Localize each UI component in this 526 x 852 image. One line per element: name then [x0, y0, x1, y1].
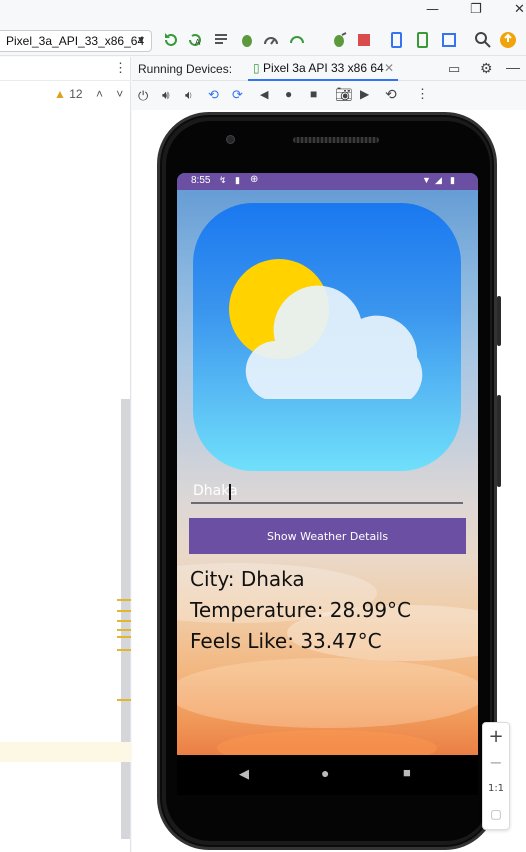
warning-marker[interactable] — [117, 699, 131, 701]
sdk-manager-icon[interactable] — [440, 31, 458, 49]
svg-text:A: A — [195, 38, 201, 47]
warning-marker[interactable] — [117, 610, 131, 612]
apply-code-changes-icon[interactable]: A — [186, 31, 204, 49]
device-selector-label: Pixel_3a_API_33_x86_64 — [6, 34, 145, 48]
volume-rocker[interactable] — [497, 395, 501, 487]
debug-bug-icon[interactable] — [238, 31, 256, 49]
editor-panel: ⋮ ▲ 12 ˄ ˅ — [0, 57, 131, 852]
zoom-out-button[interactable]: − — [483, 753, 509, 772]
record-screen-icon[interactable]: ▶ — [360, 87, 369, 101]
volume-down-icon[interactable]: 🔉︎ — [185, 88, 193, 103]
volume-up-icon[interactable]: 🔊︎ — [162, 88, 170, 103]
rotate-left-icon[interactable]: ⟲ — [208, 87, 219, 103]
close-tab-icon[interactable]: ✕ — [384, 57, 394, 80]
warning-marker[interactable] — [117, 649, 131, 651]
chevron-down-icon[interactable]: ˅ — [116, 87, 123, 101]
warning-indicator[interactable]: ▲ 12 ˄ ˅ — [54, 87, 123, 101]
sun-cloud-icon — [229, 259, 423, 399]
overview-icon[interactable]: ■ — [310, 87, 317, 101]
power-button[interactable] — [497, 296, 501, 346]
editor-header: ⋮ — [0, 57, 131, 81]
zoom-fit-icon[interactable]: ▢ — [483, 807, 509, 821]
running-devices-title: Running Devices: — [138, 62, 233, 76]
run-configuration-icon[interactable] — [288, 31, 306, 49]
update-notification-icon[interactable] — [499, 31, 517, 49]
more-options-icon[interactable]: ⋮ — [114, 60, 127, 76]
phone-icon: ▯ — [253, 61, 260, 75]
running-devices-header: Running Devices: ▯ Pixel 3a API 33 x86 6… — [132, 57, 526, 81]
feels-like-text: Feels Like: 33.47°C — [190, 629, 382, 653]
tab-label: Pixel 3a API 33 x86 64 — [262, 61, 384, 75]
power-icon[interactable]: ⏻ — [138, 88, 148, 104]
main-toolbar: Pixel_3a_API_33_x86_64 ▼ A ▼ — [0, 26, 526, 69]
editor-scrollbar[interactable] — [121, 399, 130, 839]
more-options-icon[interactable]: ⋮ — [416, 86, 429, 102]
device-selector[interactable]: Pixel_3a_API_33_x86_64 ▼ — [0, 30, 152, 52]
app-screen: 8:55 ↯ ▮ ⊕ ▼ ◢ ▮ Show Weather Details Ci… — [177, 173, 478, 755]
warning-marker[interactable] — [117, 599, 131, 601]
weather-app-icon — [193, 203, 461, 471]
warning-icon: ▲ — [54, 87, 66, 101]
chevron-up-icon[interactable]: ˄ — [96, 87, 103, 101]
search-icon[interactable] — [474, 31, 492, 49]
emulator-toolbar: ⏻ 🔊︎ 🔉︎ ⟲ ⟳ ◀ ● ■ 📷︎ ▶ ⟲ ⋮ — [132, 82, 526, 110]
nav-home-icon[interactable]: ● — [321, 765, 329, 781]
apply-changes-restart-icon[interactable] — [162, 31, 180, 49]
warning-count: 12 — [69, 87, 83, 101]
warning-marker[interactable] — [117, 629, 131, 631]
show-weather-button[interactable]: Show Weather Details — [189, 518, 466, 554]
tab-pixel-3a[interactable]: ▯ Pixel 3a API 33 x86 64 ✕ — [248, 57, 398, 81]
zoom-actual-size-button[interactable]: 1:1 — [483, 783, 509, 794]
device-manager-icon[interactable] — [388, 31, 406, 49]
stop-icon[interactable] — [355, 31, 373, 49]
profile-icon[interactable] — [262, 31, 280, 49]
front-camera — [226, 135, 235, 144]
home-icon[interactable]: ● — [285, 87, 292, 101]
gear-icon[interactable]: ⚙ — [480, 60, 493, 77]
attach-debugger-icon[interactable] — [330, 31, 348, 49]
warning-marker[interactable] — [117, 636, 131, 638]
logcat-icon[interactable] — [212, 31, 230, 49]
zoom-in-button[interactable]: + — [483, 726, 509, 747]
zoom-controls: + − 1:1 ▢ — [482, 722, 510, 830]
minimize-icon[interactable]: — — [426, 2, 439, 17]
snapshot-icon[interactable]: ⟲ — [385, 86, 397, 103]
rotate-right-icon[interactable]: ⟳ — [232, 87, 243, 103]
close-window-icon[interactable]: ✕ — [514, 2, 525, 17]
nav-back-icon[interactable]: ◀ — [239, 766, 249, 782]
text-cursor — [229, 484, 231, 500]
city-text: City: Dhaka — [190, 567, 305, 591]
device-mirroring-icon[interactable] — [414, 31, 432, 49]
window-title-strip: — ❐ ✕ — [0, 0, 526, 26]
earpiece-speaker — [293, 137, 379, 143]
restore-icon[interactable]: ❐ — [470, 2, 482, 17]
camera-icon[interactable]: 📷︎ — [335, 86, 353, 103]
current-line-highlight — [0, 742, 131, 762]
window-layout-icon[interactable]: ▭ — [448, 61, 460, 77]
back-icon[interactable]: ◀ — [260, 88, 268, 101]
nav-recents-icon[interactable]: ■ — [403, 765, 411, 780]
temperature-text: Temperature: 28.99°C — [190, 598, 412, 622]
navigation-bar: ◀ ● ■ — [177, 755, 478, 795]
hide-panel-icon[interactable]: — — [506, 59, 520, 75]
warning-marker[interactable] — [117, 620, 131, 622]
chevron-down-icon: ▼ — [136, 35, 146, 46]
city-input[interactable] — [191, 480, 463, 504]
